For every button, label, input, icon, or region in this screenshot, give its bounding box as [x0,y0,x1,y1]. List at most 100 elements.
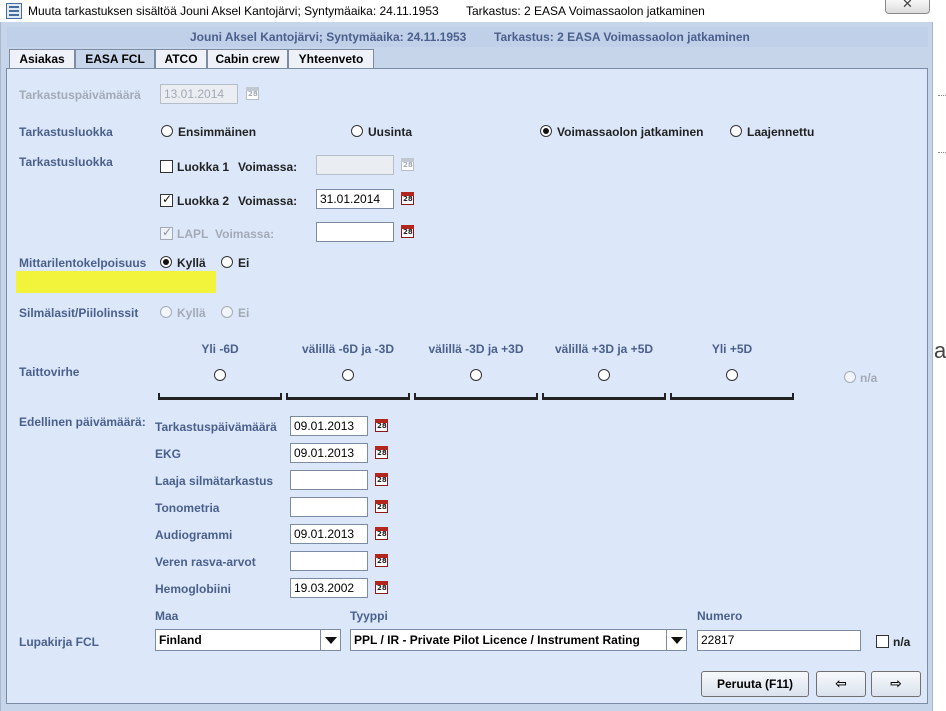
radio-voimassaolon-jatkaminen[interactable] [540,125,552,137]
lapl-valid-field[interactable] [316,222,394,242]
refraction-col-5: Yli +5D [711,342,753,356]
calendar-icon[interactable] [375,473,388,486]
prev-tonometry-field[interactable] [290,497,368,517]
glasses-label: Silmälasit/Piilolinssit [19,306,139,320]
inspection-date-label: Tarkastuspäivämäärä [19,88,141,102]
radio-uusinta[interactable] [351,125,363,137]
refraction-bracket [286,393,410,400]
option-laajennettu-label: Laajennettu [747,125,815,139]
prev-tonometry-label: Tonometria [155,501,220,515]
title-bar: Muuta tarkastuksen sisältöä Jouni Aksel … [0,0,946,22]
class1-checkbox[interactable] [160,160,173,173]
radio-refraction-3[interactable] [470,369,482,381]
country-value: Finland [159,633,202,647]
chevron-down-icon[interactable] [320,630,340,650]
inspection-class-label: Tarkastusluokka [19,125,113,139]
prev-ekg-label: EKG [155,447,182,461]
radio-refraction-1[interactable] [214,369,226,381]
radio-refraction-na [844,371,856,383]
calendar-icon[interactable] [375,419,388,432]
previous-button[interactable]: ⇦ [816,671,866,697]
next-button[interactable]: ⇨ [871,671,921,697]
calendar-icon[interactable] [375,500,388,513]
calendar-icon [401,158,414,171]
class-section-label: Tarkastusluokka [19,155,113,169]
tab-easa-fcl[interactable]: EASA FCL [75,49,155,70]
radio-ensimmainen[interactable] [161,125,173,137]
radio-refraction-2[interactable] [342,369,354,381]
glasses-kylla-label: Kyllä [177,306,206,320]
prev-audiogram-field[interactable]: 09.01.2013 [290,524,368,544]
instrument-rating-label: Mittarilentokelpoisuus [19,256,147,270]
calendar-icon[interactable] [375,446,388,459]
prev-inspection-date-field[interactable]: 09.01.2013 [290,416,368,436]
header-strip: Jouni Aksel Kantojärvi; Syntymäaika: 24.… [7,27,928,47]
tab-asiakas[interactable]: Asiakas [9,49,75,69]
refraction-bracket [542,393,666,400]
radio-refraction-5[interactable] [726,369,738,381]
instrument-kylla-label: Kyllä [177,256,206,270]
inspection-date-field: 13.01.2014 [160,84,238,104]
calendar-icon[interactable] [401,225,414,238]
tab-cabin-crew[interactable]: Cabin crew [207,49,288,69]
background-mark [938,152,946,153]
licence-fcl-label: Lupakirja FCL [19,635,100,649]
radio-instrument-ei[interactable] [221,256,233,268]
prev-hemoglobin-label: Hemoglobiini [155,582,231,596]
refraction-col-3: välillä -3D ja +3D [428,342,524,356]
tab-atco[interactable]: ATCO [155,49,207,69]
prev-blood-lipids-field[interactable] [290,551,368,571]
refraction-label: Taittovirhe [19,365,80,379]
prev-inspection-date-label: Tarkastuspäivämäärä [155,420,277,434]
type-select[interactable]: PPL / IR - Private Pilot Licence / Instr… [350,629,687,651]
close-button[interactable]: ✕ [885,0,930,14]
option-uusinta-label: Uusinta [368,125,413,139]
instrument-ei-label: Ei [238,256,250,270]
lapl-label: LAPL [177,227,209,241]
window-title: Muuta tarkastuksen sisältöä Jouni Aksel … [28,4,439,18]
prev-eye-exam-label: Laaja silmätarkastus [155,474,274,488]
licence-na-label: n/a [893,635,911,649]
refraction-bracket [670,393,794,400]
highlight-mark [16,271,216,293]
window-title-inspection: Tarkastus: 2 EASA Voimassaolon jatkamine… [466,4,705,18]
app-icon [6,3,22,19]
calendar-icon[interactable] [401,192,414,205]
radio-glasses-kylla [160,306,172,318]
background-glyph: a [934,338,946,363]
prev-ekg-field[interactable]: 09.01.2013 [290,443,368,463]
close-icon: ✕ [902,0,913,12]
prev-hemoglobin-field[interactable]: 19.03.2002 [290,578,368,598]
calendar-icon[interactable] [375,527,388,540]
refraction-col-1: Yli -6D [201,342,239,356]
refraction-bracket [158,393,282,400]
country-label: Maa [155,609,179,623]
number-label: Numero [697,609,743,623]
licence-na-checkbox[interactable] [876,635,889,648]
calendar-icon[interactable] [375,554,388,567]
class2-valid-field[interactable]: 31.01.2014 [316,189,394,209]
radio-laajennettu[interactable] [730,125,742,137]
prev-audiogram-label: Audiogrammi [155,528,233,542]
radio-refraction-4[interactable] [598,369,610,381]
country-select[interactable]: Finland [155,629,341,651]
refraction-col-4: välillä +3D ja +5D [554,342,654,356]
calendar-icon [246,87,259,100]
refraction-bracket [414,393,538,400]
class2-label: Luokka 2 [177,194,230,208]
licence-number-field[interactable]: 22817 [697,630,861,651]
dialog-window: Jouni Aksel Kantojärvi; Syntymäaika: 24.… [0,22,933,711]
calendar-icon[interactable] [375,581,388,594]
class1-valid-field [316,155,394,175]
cancel-button[interactable]: Peruuta (F11) [701,671,809,697]
lapl-checkbox [160,225,173,240]
header-person: Jouni Aksel Kantojärvi; Syntymäaika: 24.… [190,30,467,44]
class2-checkbox[interactable] [160,192,173,207]
tab-yhteenveto[interactable]: Yhteenveto [288,49,374,69]
type-value: PPL / IR - Private Pilot Licence / Instr… [354,633,640,647]
refraction-na-label: n/a [860,371,878,385]
prev-eye-exam-field[interactable] [290,470,368,490]
radio-instrument-kylla[interactable] [160,256,172,268]
chevron-down-icon[interactable] [666,630,686,650]
option-ensimmainen-label: Ensimmäinen [178,125,257,139]
